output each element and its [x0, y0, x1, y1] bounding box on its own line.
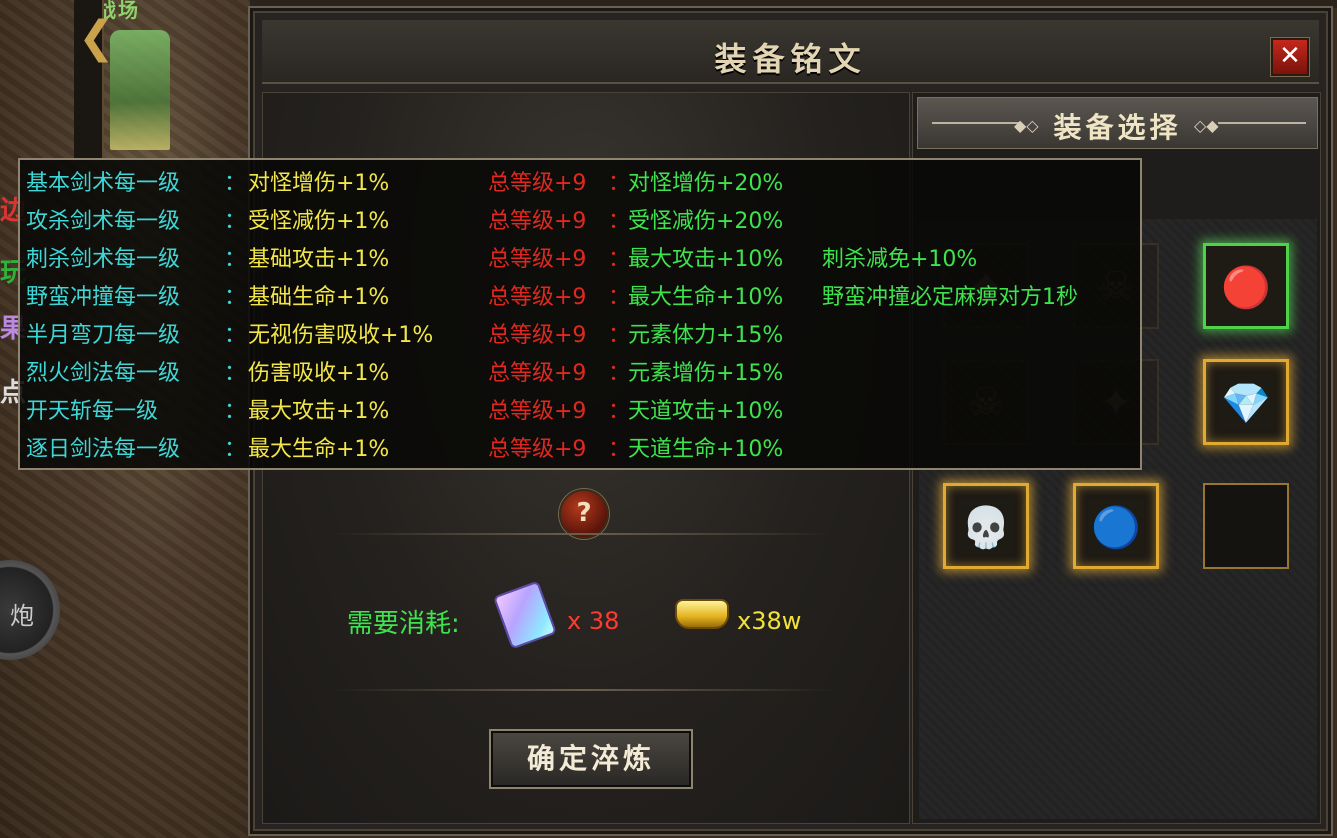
total-bonus: 元素增伤+15% [628, 361, 784, 386]
total-bonus: 元素体力+15% [628, 323, 784, 348]
gold-ingot-icon [675, 599, 729, 629]
skill-name: 攻杀剑术每一级 [26, 209, 181, 234]
total-bonus: 最大攻击+10% [628, 247, 784, 272]
statue-image [110, 30, 170, 150]
total-bonus: 受怪减伤+20% [628, 209, 784, 234]
divider [333, 689, 833, 691]
equipment-select-header: ◆◇ 装备选择 ◇◆ [917, 97, 1318, 149]
per-level-effect: 伤害吸收+1% [248, 361, 390, 386]
header-diamond-icon: ◇◆ [1194, 116, 1219, 135]
per-level-effect: 无视伤害吸收+1% [248, 323, 434, 348]
separator: ： [224, 285, 247, 310]
separator: ： [608, 361, 631, 386]
skill-name: 逐日剑法每一级 [26, 437, 181, 462]
per-level-effect: 基础生命+1% [248, 285, 390, 310]
skill-name: 野蛮冲撞每一级 [26, 285, 181, 310]
window-title: 装备铭文 [714, 40, 867, 78]
skill-bonus-tooltip: 基本剑术每一级 ： 对怪增伤+1% 总等级+9 ： 对怪增伤+20% 攻杀剑术每… [18, 158, 1142, 470]
total-bonus: 最大生命+10% [628, 285, 784, 310]
total-bonus: 对怪增伤+20% [628, 171, 784, 196]
help-button[interactable]: ? [559, 489, 609, 539]
separator: ： [224, 323, 247, 348]
total-level-requirement: 总等级+9 [488, 399, 587, 424]
separator: ： [608, 209, 631, 234]
total-level-requirement: 总等级+9 [488, 361, 587, 386]
extra-bonus: 刺杀减免+10% [822, 247, 978, 272]
separator: ： [608, 171, 631, 196]
header-ornament-line [1218, 122, 1306, 124]
equipment-slot[interactable]: 💀 [943, 483, 1029, 569]
skill-name: 烈火剑法每一级 [26, 361, 181, 386]
total-level-requirement: 总等级+9 [488, 437, 587, 462]
skill-name: 开天斩每一级 [26, 399, 159, 424]
total-level-requirement: 总等级+9 [488, 323, 587, 348]
equipment-slot[interactable]: 💎 [1203, 359, 1289, 445]
total-level-requirement: 总等级+9 [488, 247, 587, 272]
total-level-requirement: 总等级+9 [488, 285, 587, 310]
separator: ： [608, 323, 631, 348]
equipment-select-title: 装备选择 [1053, 111, 1182, 144]
skill-name: 基本剑术每一级 [26, 171, 181, 196]
separator: ： [224, 209, 247, 234]
extra-bonus: 野蛮冲撞必定麻痹对方1秒 [822, 285, 1078, 310]
cost-label: 需要消耗: [347, 609, 460, 639]
crystal-icon [492, 580, 558, 650]
skill-name: 半月弯刀每一级 [26, 323, 181, 348]
crystal-count: x 38 [567, 607, 620, 635]
skill-name: 刺杀剑术每一级 [26, 247, 181, 272]
separator: ： [608, 437, 631, 462]
separator: ： [608, 285, 631, 310]
separator: ： [224, 247, 247, 272]
equipment-slot-selected[interactable]: 🔴 [1203, 243, 1289, 329]
separator: ： [224, 171, 247, 196]
confirm-refine-button[interactable]: 确定淬炼 [491, 731, 691, 787]
window-titlebar: 装备铭文 ✕ [262, 20, 1319, 84]
close-button[interactable]: ✕ [1271, 38, 1309, 76]
separator: ： [608, 247, 631, 272]
equipment-icon: 🔴 [1221, 265, 1271, 311]
equipment-icon: 💀 [961, 505, 1011, 551]
equipment-icon: 💎 [1221, 381, 1271, 427]
divider [333, 533, 833, 535]
total-level-requirement: 总等级+9 [488, 171, 587, 196]
per-level-effect: 最大攻击+1% [248, 399, 390, 424]
per-level-effect: 基础攻击+1% [248, 247, 390, 272]
equipment-icon: 🔵 [1091, 505, 1141, 551]
separator: ： [224, 399, 247, 424]
per-level-effect: 最大生命+1% [248, 437, 390, 462]
round-skill-label: 炮 [10, 602, 34, 630]
total-bonus: 天道生命+10% [628, 437, 784, 462]
per-level-effect: 受怪减伤+1% [248, 209, 390, 234]
equipment-slot[interactable]: 🔵 [1073, 483, 1159, 569]
equipment-slot-empty[interactable] [1203, 483, 1289, 569]
separator: ： [224, 361, 247, 386]
gold-count: x38w [737, 607, 802, 635]
total-level-requirement: 总等级+9 [488, 209, 587, 234]
total-bonus: 天道攻击+10% [628, 399, 784, 424]
separator: ： [224, 437, 247, 462]
per-level-effect: 对怪增伤+1% [248, 171, 390, 196]
separator: ： [608, 399, 631, 424]
